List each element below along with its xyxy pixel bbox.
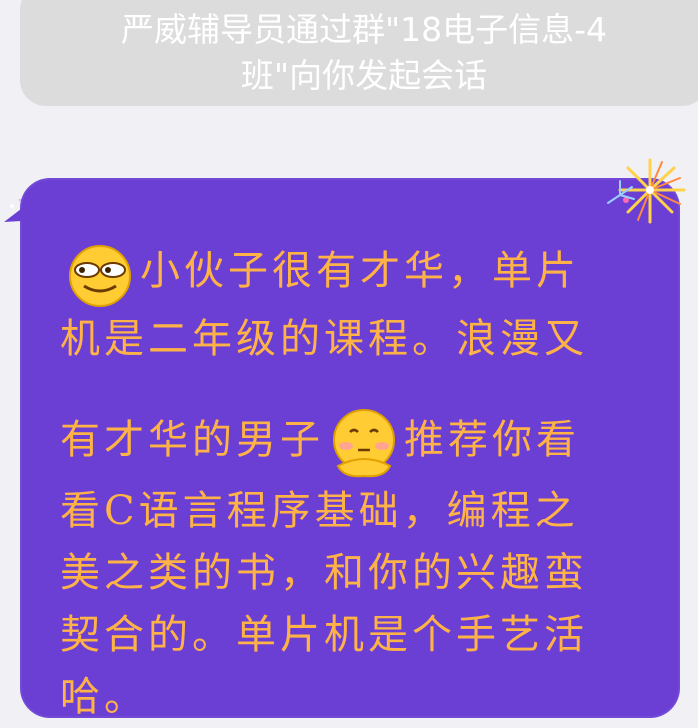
message-line-7: 哈。 [60,674,148,720]
message-line-4: 看C语言程序基础，编程之 [60,488,579,534]
message-text: 小伙子很有才华，单片 机是二年级的课程。浪漫又 有才华的男子 推荐你看 看C语言… [60,240,660,728]
message-line-5: 美之类的书，和你的兴趣蛮 [60,550,588,596]
message-line-2: 机是二年级的课程。浪漫又 [60,316,588,362]
message-spacer [60,370,660,406]
system-notice-text: 严威辅导员通过群"18电子信息-4班"向你发起会话 [120,10,608,95]
bubble-tail-icon [4,196,38,222]
shy-thinking-emoji-icon [333,409,395,478]
small-sparkle-icon [607,180,635,204]
message-line-3: 有才华的男子 推荐你看 [60,406,660,480]
message-line-6: 契合的。单片机是个手艺活 [60,612,588,658]
system-notice: 严威辅导员通过群"18电子信息-4班"向你发起会话 [20,0,698,106]
smirk-emoji-icon [69,245,131,307]
message-line-1: 小伙子很有才华，单片 [60,240,660,308]
